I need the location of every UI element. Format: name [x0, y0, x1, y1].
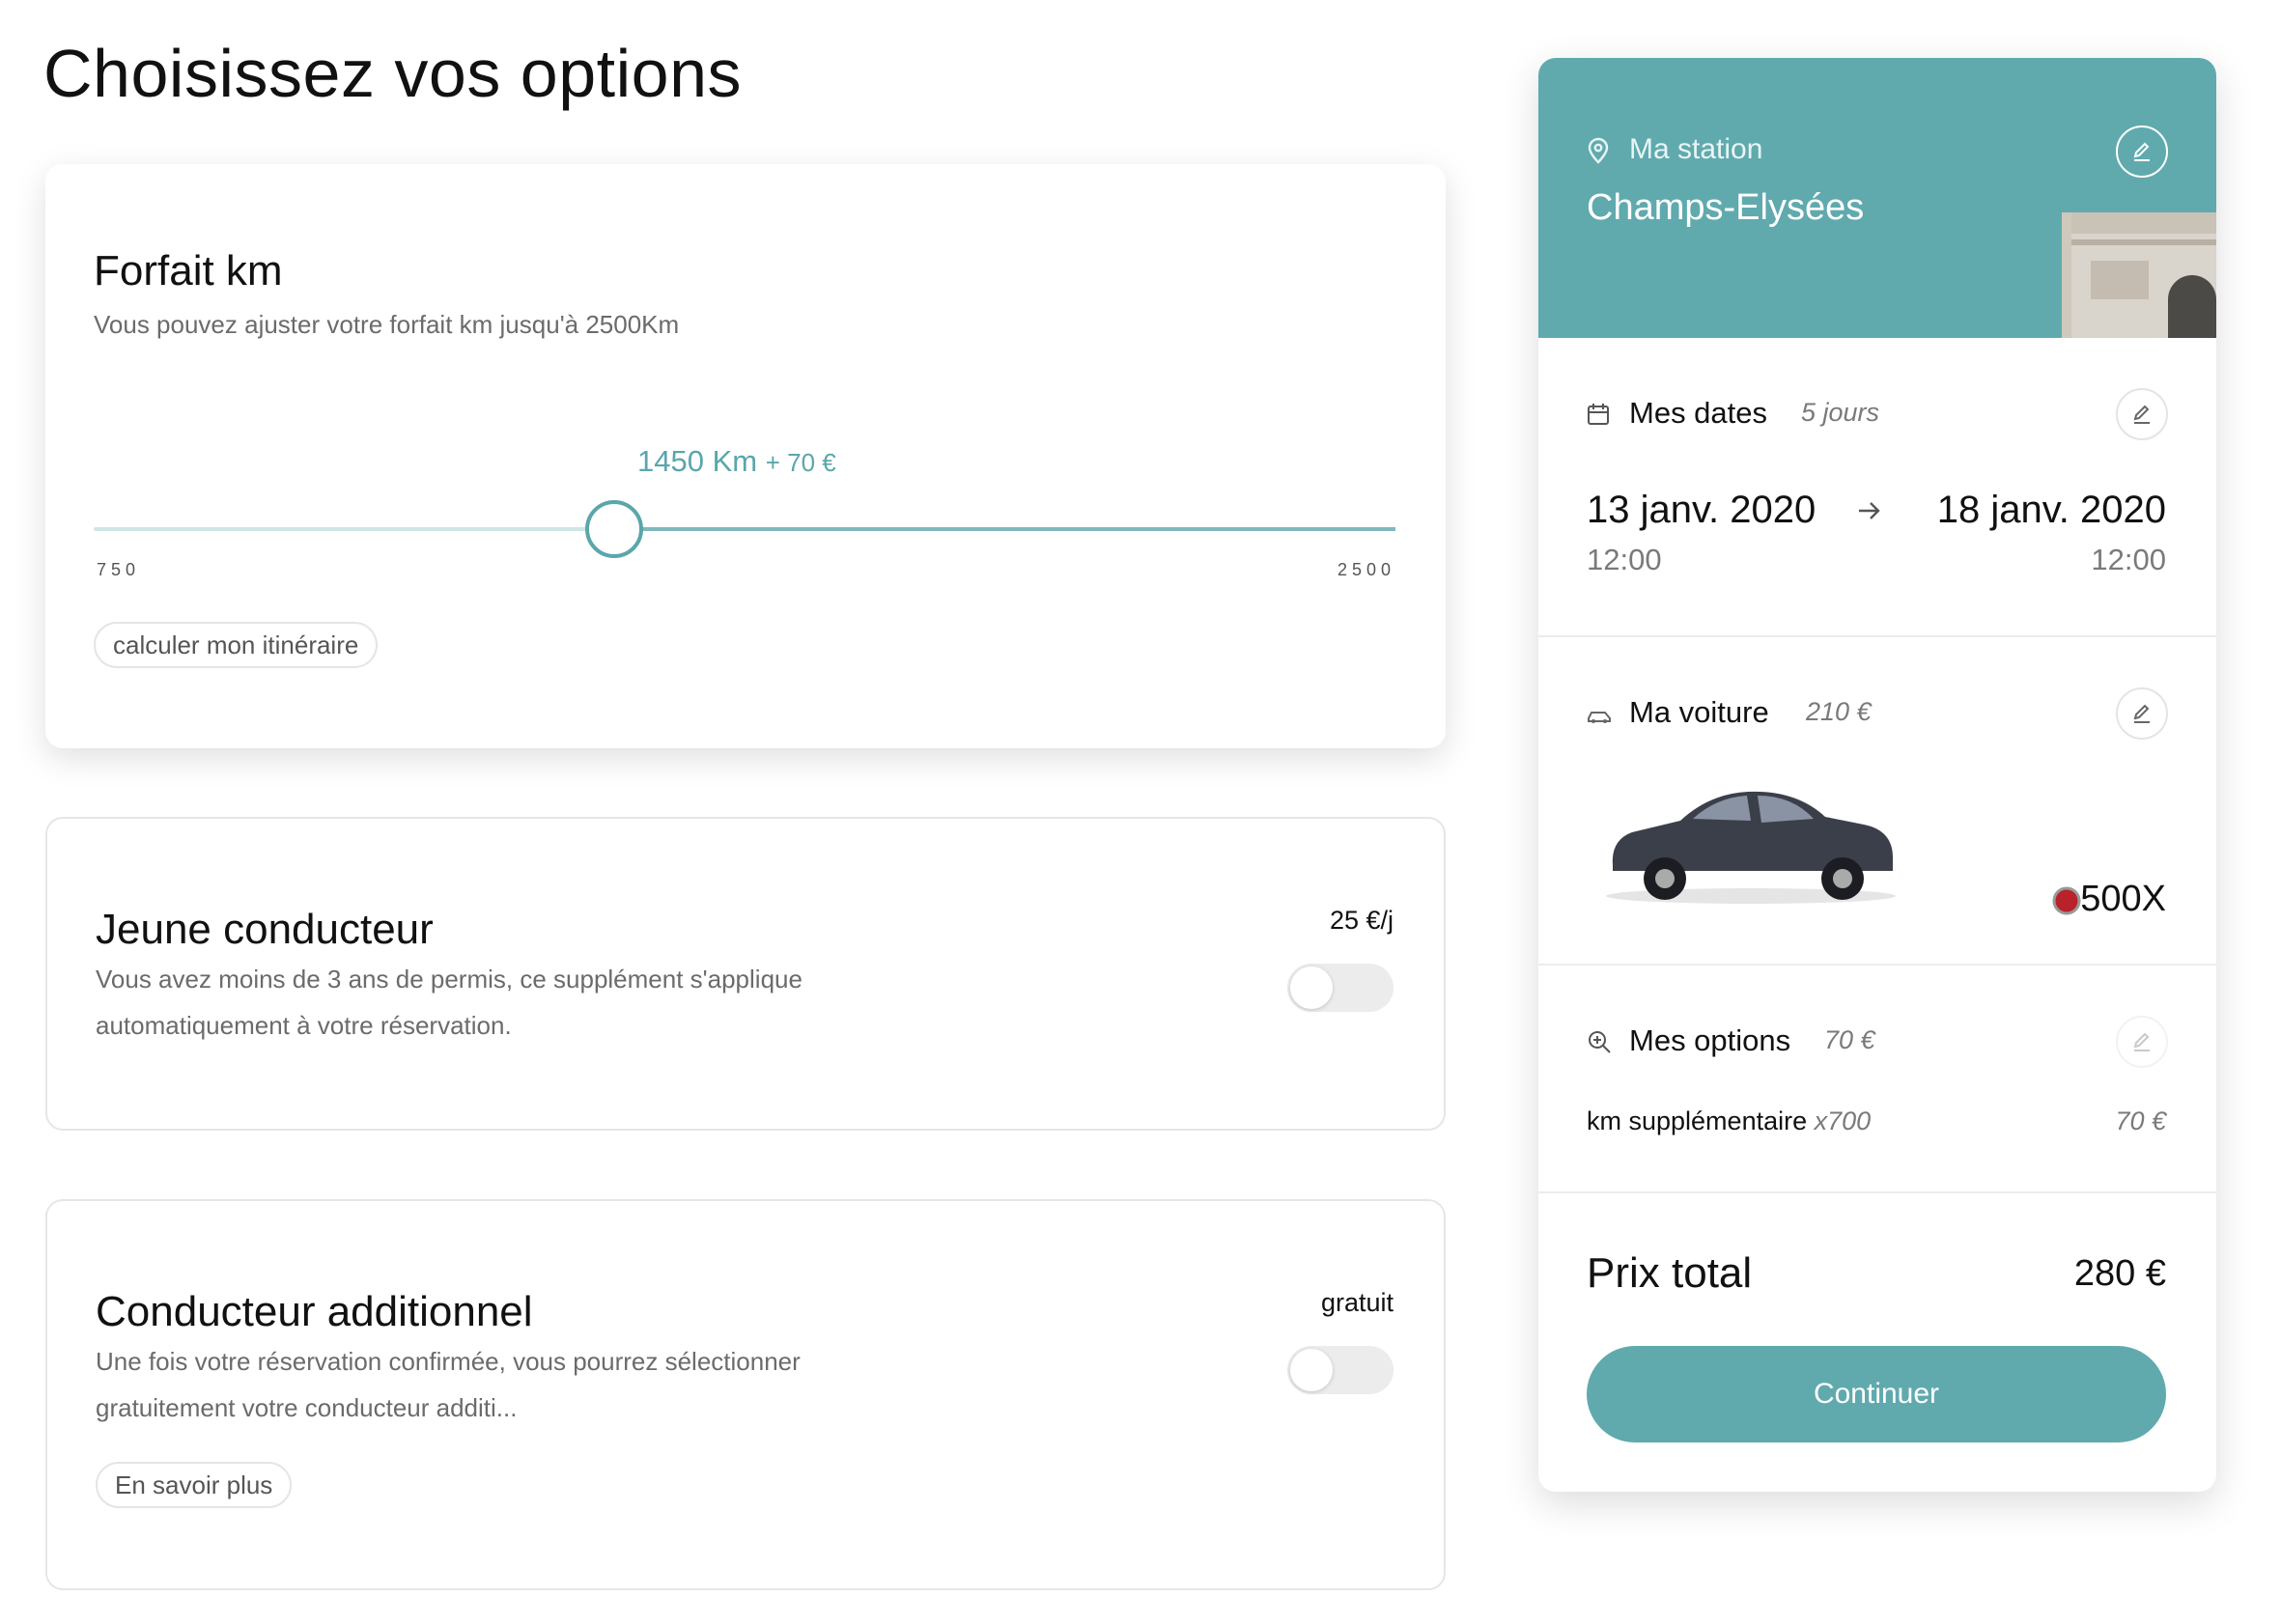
end-date: 18 janv. 2020: [1936, 489, 2166, 531]
young-driver-price: 25 €/j: [1329, 906, 1394, 935]
edit-station-button[interactable]: [2116, 126, 2168, 178]
km-value: 1450 Km: [637, 444, 758, 478]
end-time: 12:00: [2091, 543, 2166, 576]
car-price: 210 €: [1806, 697, 1872, 726]
options-price: 70 €: [1824, 1025, 1875, 1054]
dates-duration: 5 jours: [1801, 398, 1880, 427]
station-name: Champs-Elysées: [1587, 187, 1865, 228]
slider-track-remaining: [614, 527, 1395, 531]
edit-icon: [2133, 142, 2150, 161]
edit-car-button[interactable]: [2116, 687, 2168, 740]
car-model: 500X: [2080, 879, 2166, 919]
calendar-icon: [1587, 402, 1610, 432]
slider-thumb[interactable]: [585, 500, 644, 558]
forfait-title: Forfait km: [94, 247, 283, 294]
option-price: 70 €: [2115, 1106, 2166, 1135]
km-extra-price: + 70 €: [765, 448, 836, 477]
option-line: km supplémentaire x700: [1587, 1106, 1871, 1136]
young-driver-toggle[interactable]: [1287, 964, 1394, 1012]
toggle-knob: [1290, 1349, 1333, 1391]
car-icon: [1587, 707, 1612, 729]
additional-driver-price: gratuit: [1320, 1288, 1394, 1317]
edit-icon: [2133, 1032, 2150, 1051]
additional-driver-toggle[interactable]: [1287, 1346, 1394, 1394]
young-driver-description: Vous avez moins de 3 ans de permis, ce s…: [96, 965, 803, 1040]
total-label: Prix total: [1587, 1249, 1753, 1297]
edit-icon: [2133, 704, 2150, 723]
young-driver-title: Jeune conducteur: [96, 906, 434, 953]
car-image: [1606, 791, 1896, 904]
forfait-km-card: Forfait km Vous pouvez ajuster votre for…: [45, 164, 1446, 748]
slider-max-label: 2500: [1337, 560, 1395, 579]
total-section: Prix total 280 € Continuer: [1538, 1191, 2216, 1492]
option-name: km supplémentaire: [1587, 1106, 1808, 1135]
learn-more-button[interactable]: En savoir plus: [96, 1462, 293, 1508]
car-label: Ma voiture: [1629, 695, 1769, 729]
options-label: Mes options: [1629, 1023, 1791, 1057]
calculate-route-button[interactable]: calculer mon itinéraire: [94, 622, 379, 668]
additional-driver-description: Une fois votre réservation confirmée, vo…: [96, 1347, 801, 1422]
young-driver-card: Jeune conducteur 25 €/j Vous avez moins …: [45, 817, 1446, 1131]
dates-label: Mes dates: [1629, 396, 1768, 430]
additional-driver-title: Conducteur additionnel: [96, 1288, 533, 1335]
zoom-plus-icon: [1587, 1029, 1612, 1059]
options-section: Mes options 70 € km supplémentaire x700 …: [1538, 964, 2216, 1191]
additional-driver-card: Conducteur additionnel gratuit Une fois …: [45, 1199, 1446, 1590]
total-value: 280 €: [2073, 1253, 2166, 1294]
toggle-knob: [1290, 966, 1333, 1009]
continue-button[interactable]: Continuer: [1587, 1346, 2166, 1442]
forfait-subtitle: Vous pouvez ajuster votre forfait km jus…: [94, 310, 680, 339]
station-header: Ma station Champs-Elysées: [1538, 58, 2216, 338]
pin-icon: [1587, 137, 1610, 169]
dates-section: Mes dates 5 jours 13 janv. 2020 12:00 18…: [1538, 338, 2216, 635]
booking-summary: Ma station Champs-Elysées Mes dates 5 jo…: [1538, 58, 2216, 1492]
start-date: 13 janv. 2020: [1587, 489, 1816, 531]
km-slider[interactable]: [94, 500, 1395, 558]
arrow-right-icon: [1857, 500, 1882, 526]
station-label: Ma station: [1629, 133, 1763, 165]
slider-min-label: 750: [97, 560, 141, 579]
edit-icon: [2133, 405, 2150, 424]
fiat-logo-icon: [2052, 886, 2081, 920]
edit-options-button[interactable]: [2116, 1016, 2168, 1068]
option-qty: x700: [1814, 1106, 1872, 1135]
car-section: Ma voiture 210 € 500X: [1538, 635, 2216, 964]
start-time: 12:00: [1587, 543, 1662, 576]
edit-dates-button[interactable]: [2116, 388, 2168, 440]
arc-de-triomphe-image: [2062, 212, 2216, 338]
page-title: Choisissez vos options: [43, 36, 742, 111]
